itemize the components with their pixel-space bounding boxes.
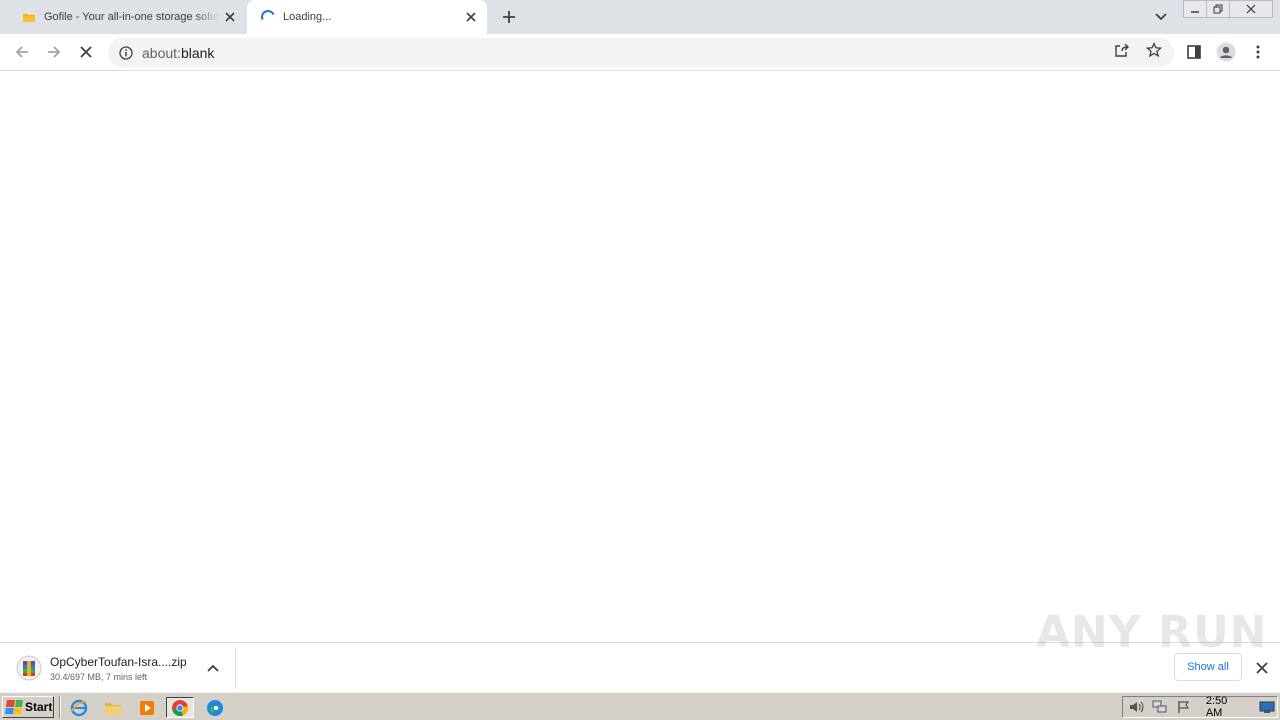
download-filename: OpCyberToufan-Isra....zip [50,654,187,669]
screen: Gofile - Your all-in-one storage solutio… [0,0,1280,720]
close-download-bar-button[interactable] [1252,658,1272,678]
tab-title: Loading... [283,11,332,23]
side-panel-button[interactable] [1182,40,1206,64]
tab-search-button[interactable] [1150,7,1172,27]
side-panel-icon [1187,45,1201,59]
close-icon [1246,4,1256,14]
profile-button[interactable] [1214,40,1238,64]
restore-icon [1213,4,1223,14]
gofile-favicon-icon [22,11,36,23]
close-icon [1256,662,1268,674]
volume-icon[interactable] [1127,698,1147,716]
download-item[interactable]: OpCyberToufan-Isra....zip 30.4/697 MB, 7… [8,647,236,689]
show-all-downloads-button[interactable]: Show all [1174,653,1242,681]
network-icon[interactable] [1151,698,1171,716]
arrow-left-icon [15,46,28,58]
media-player-icon[interactable] [133,697,161,718]
start-button[interactable]: Start [2,696,54,718]
url-host: about: [142,44,181,61]
forward-button[interactable] [42,40,66,64]
url-text[interactable]: about:blank [142,45,214,61]
taskbar-separator [59,696,61,718]
chevron-up-icon[interactable] [204,659,222,677]
loading-spinner-icon [259,8,277,26]
start-label: Start [25,700,53,714]
stop-icon [80,46,92,58]
close-tab-icon[interactable] [461,7,481,27]
internet-explorer-icon[interactable] [65,697,93,718]
edge-icon[interactable] [201,697,229,718]
file-explorer-icon[interactable] [99,697,127,718]
window-controls [1183,0,1273,18]
address-bar[interactable]: about:blank [108,38,1174,67]
url-path: blank [180,44,215,61]
new-tab-button[interactable] [497,6,521,28]
close-tab-icon[interactable] [220,7,240,27]
arrow-right-icon [48,46,61,58]
plus-icon [503,11,515,23]
show-desktop-icon[interactable] [1257,698,1277,716]
browser-toolbar: about:blank [0,34,1280,71]
action-center-flag-icon[interactable] [1174,698,1194,716]
download-status: 30.4/697 MB, 7 mins left [50,671,148,682]
stop-loading-button[interactable] [74,40,98,64]
anyrun-watermark: ANY RUN [1036,607,1268,658]
star-icon [1146,42,1162,58]
close-window-button[interactable] [1229,0,1273,18]
tab-strip: Gofile - Your all-in-one storage solutio… [0,0,1280,34]
kebab-menu-icon [1256,45,1260,59]
info-icon[interactable] [118,45,134,61]
menu-button[interactable] [1246,40,1270,64]
minimize-icon [1191,11,1199,13]
taskbar: Start 2:50 AM [0,692,1280,720]
minimize-button[interactable] [1183,0,1207,18]
share-icon [1115,43,1129,57]
bookmark-button[interactable] [1142,40,1166,60]
tab-gofile[interactable]: Gofile - Your all-in-one storage solutio… [8,0,246,34]
windows-logo-icon [5,700,23,714]
back-button[interactable] [10,40,34,64]
chevron-down-icon [1155,13,1167,21]
system-tray: 2:50 AM [1122,695,1278,719]
winrar-archive-icon [16,655,42,681]
page-content [0,72,1280,642]
clock[interactable]: 2:50 AM [1206,695,1246,719]
tab-title: Gofile - Your all-in-one storage solutio… [44,11,220,23]
tab-loading[interactable]: Loading... [247,0,487,34]
avatar-icon [1216,42,1236,62]
restore-button[interactable] [1206,0,1230,18]
chrome-icon[interactable] [166,697,194,718]
share-button[interactable] [1110,40,1134,60]
download-bar: ANY RUN OpCyberToufan-Isra....zip 30.4/6… [0,607,1280,692]
